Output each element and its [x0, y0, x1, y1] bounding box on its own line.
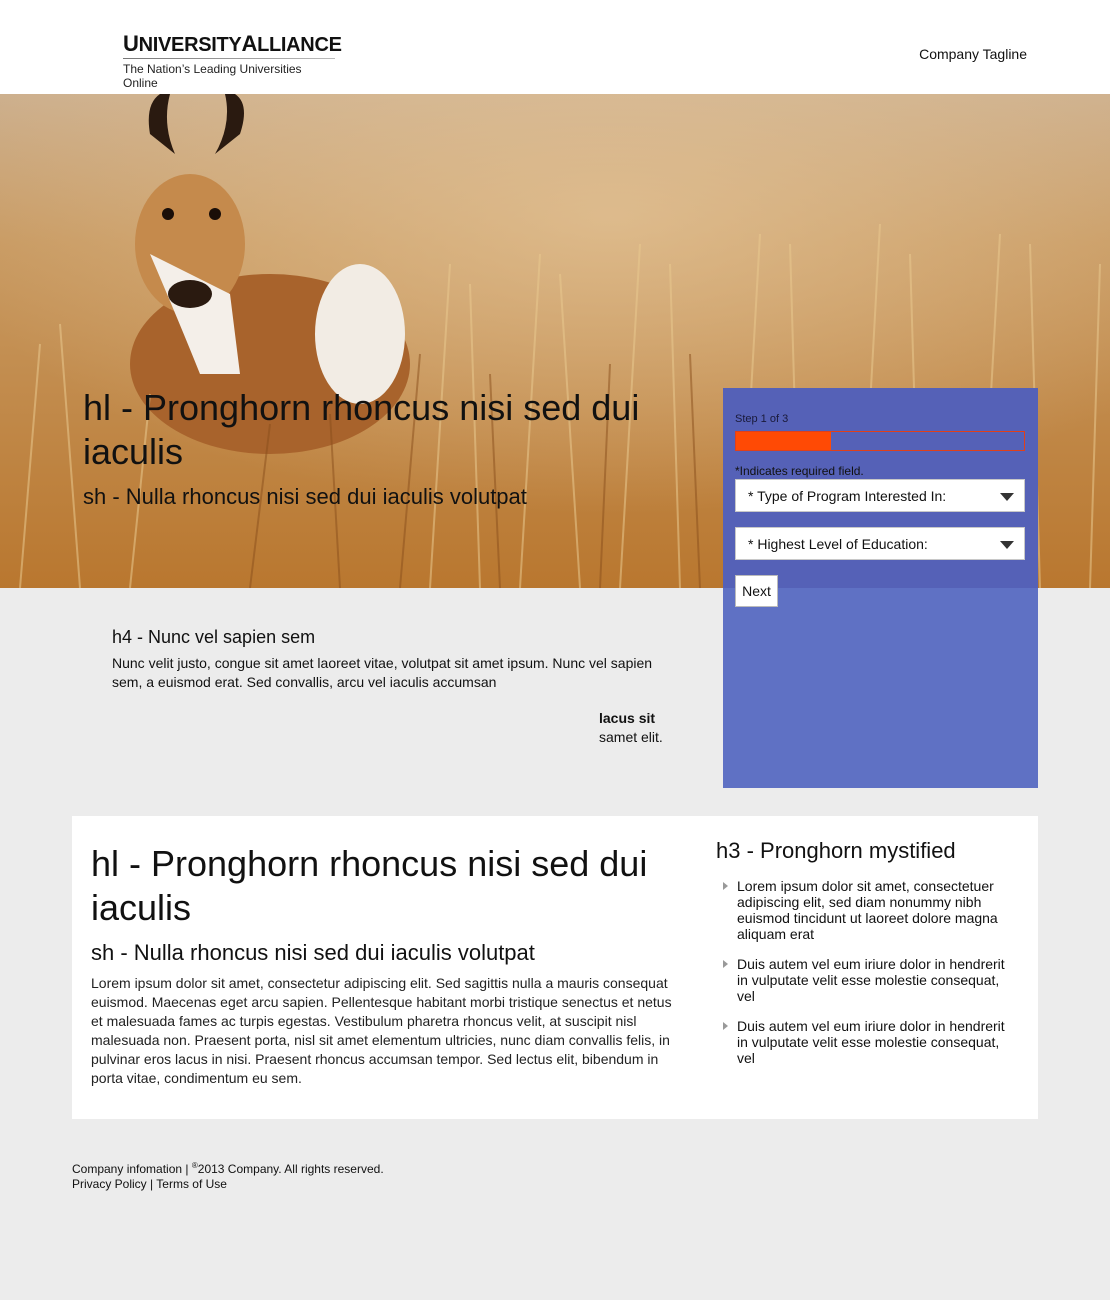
section-body: Nunc velit justo, congue sit amet laoree… [112, 655, 653, 690]
university-alliance-logo[interactable]: UNIVERSITYALLIANCE The Nation’s Leading … [123, 31, 342, 90]
list-item-text: Lorem ipsum dolor sit amet, consectetuer… [737, 878, 998, 942]
chevron-down-icon [1000, 493, 1014, 501]
footer-line-1: Company infomation | ®2013 Company. All … [72, 1158, 384, 1177]
required-field-note: *Indicates required field. [735, 464, 864, 478]
content-headline: hl - Pronghorn rhoncus nisi sed dui iacu… [91, 843, 648, 928]
company-info-link[interactable]: Company infomation [72, 1162, 182, 1176]
logo-wordmark: UNIVERSITYALLIANCE [123, 31, 342, 57]
lead-form-panel: Step 1 of 3 *Indicates required field. *… [723, 388, 1038, 788]
triangle-bullet-icon [723, 1022, 728, 1030]
list-item-text: Duis autem vel eum iriure dolor in hendr… [737, 956, 1005, 1004]
logo-name-part2: LLIANCE [257, 34, 342, 56]
footer-separator: | [150, 1177, 154, 1191]
education-level-select-value: * Highest Level of Education: [748, 536, 928, 552]
program-type-select-value: * Type of Program Interested In: [748, 488, 947, 504]
list-item: Duis autem vel eum iriure dolor in hendr… [716, 1018, 1016, 1066]
form-progress-fill [736, 432, 832, 450]
site-footer: Company infomation | ®2013 Company. All … [72, 1158, 384, 1192]
content-body: Lorem ipsum dolor sit amet, consectetur … [91, 975, 672, 1086]
list-item: Lorem ipsum dolor sit amet, consectetuer… [716, 878, 1016, 942]
sidebar-heading: h3 - Pronghorn mystified [716, 838, 956, 863]
form-progress-bar [735, 431, 1025, 451]
list-item-text: Duis autem vel eum iriure dolor in hendr… [737, 1018, 1005, 1066]
triangle-bullet-icon [723, 960, 728, 968]
section-heading: h4 - Nunc vel sapien sem [112, 627, 316, 647]
next-button[interactable]: Next [735, 575, 778, 607]
hero-headline: hl - Pronghorn rhoncus nisi sed dui iacu… [83, 387, 640, 472]
chevron-down-icon [1000, 541, 1014, 549]
education-level-select[interactable]: * Highest Level of Education: [735, 527, 1025, 560]
logo-subtitle: The Nation’s Leading Universities Online [123, 62, 302, 90]
pull-quote-text: samet elit. [599, 729, 663, 745]
terms-of-use-link[interactable]: Terms of Use [156, 1177, 227, 1191]
logo-divider [123, 58, 335, 59]
footer-separator: | [185, 1162, 189, 1176]
hero-subheadline: sh - Nulla rhoncus nisi sed dui iaculis … [83, 484, 527, 509]
site-header: UNIVERSITYALLIANCE The Nation’s Leading … [0, 0, 1110, 94]
program-type-select[interactable]: * Type of Program Interested In: [735, 479, 1025, 512]
logo-name-part1: NIVERSITY [138, 34, 242, 56]
privacy-policy-link[interactable]: Privacy Policy [72, 1177, 147, 1191]
sidebar-list: Lorem ipsum dolor sit amet, consectetuer… [716, 878, 1016, 1080]
company-tagline: Company Tagline [919, 46, 1027, 62]
list-item: Duis autem vel eum iriure dolor in hendr… [716, 956, 1016, 1004]
copyright-text: 2013 Company. All rights reserved. [197, 1162, 384, 1176]
content-box: hl - Pronghorn rhoncus nisi sed dui iacu… [72, 816, 1038, 1119]
footer-line-2: Privacy Policy | Terms of Use [72, 1177, 384, 1192]
step-indicator: Step 1 of 3 [735, 413, 789, 425]
pull-quote-bold: lacus sit [599, 710, 656, 726]
pull-quote: lacus sit samet elit. [599, 709, 663, 747]
content-subheadline: sh - Nulla rhoncus nisi sed dui iaculis … [91, 940, 535, 965]
triangle-bullet-icon [723, 882, 728, 890]
